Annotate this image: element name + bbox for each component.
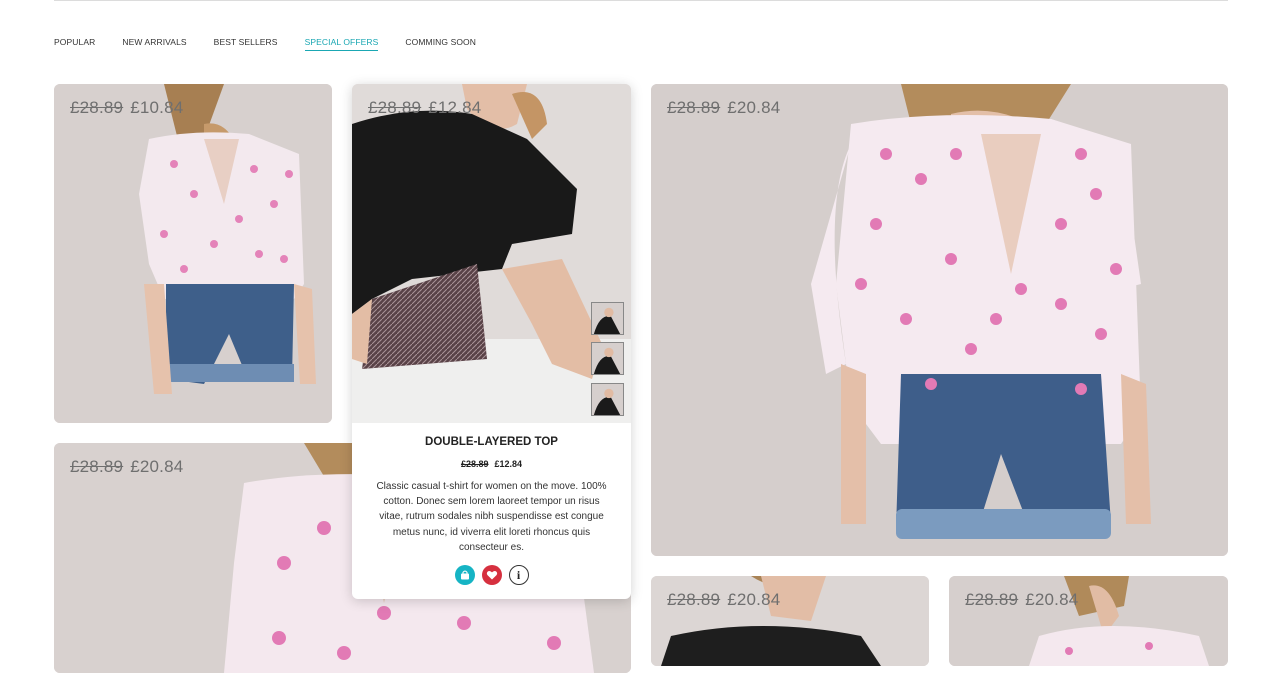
heart-icon [486,571,497,580]
shopping-bag-icon [460,570,469,580]
product-title[interactable]: DOUBLE-LAYERED TOP [352,436,631,448]
info-button[interactable]: i [508,565,529,585]
old-price: £28.89 [667,98,721,117]
old-price: £28.89 [667,590,721,609]
product-card[interactable]: £28.89 £20.84 [949,576,1228,666]
price-tag: £28.89 £12.84 [368,98,481,118]
sale-price: £20.84 [130,457,184,476]
product-description: Classic casual t-shirt for women on the … [376,481,607,553]
product-card[interactable]: £28.89 £20.84 [651,84,1228,556]
thumbnail-1[interactable] [591,302,624,335]
tab-special-offers[interactable]: SPECIAL OFFERS [304,37,379,51]
sale-price: £20.84 [727,98,781,117]
price-tag: £28.89 £20.84 [667,98,780,118]
tab-best-sellers[interactable]: BEST SELLERS [214,37,278,51]
wishlist-button[interactable] [481,565,502,585]
thumbnail-2[interactable] [591,342,624,375]
price-tag: £28.89 £20.84 [70,457,183,477]
sale-price: £20.84 [1025,590,1079,609]
info-icon: i [516,567,521,582]
product-tabs: POPULAR NEW ARRIVALS BEST SELLERS SPECIA… [54,37,476,51]
product-card[interactable]: £28.89 £10.84 [54,84,332,423]
product-card[interactable]: £28.89 £20.84 [651,576,929,666]
old-price: £28.89 [70,457,124,476]
old-price: £28.89 [70,98,124,117]
sale-price: £10.84 [130,98,184,117]
top-divider [54,0,1228,1]
price-tag: £28.89 £20.84 [965,590,1078,610]
price-tag: £28.89 £10.84 [70,98,183,118]
sale-price: £20.84 [727,590,781,609]
tab-popular[interactable]: POPULAR [54,37,95,51]
product-image [54,84,332,423]
product-image [651,84,1228,556]
tab-comming-soon[interactable]: COMMING SOON [405,37,476,51]
product-quickview[interactable]: £28.89 £12.84 DOUBLE-LAYERED TOP £28.89 £1… [352,84,631,599]
product-price: £28.89 £12.84 [352,459,631,469]
add-to-cart-button[interactable] [454,565,475,585]
old-price: £28.89 [368,98,422,117]
product-actions: i [352,565,631,585]
product-image[interactable]: £28.89 £12.84 [352,84,631,423]
sale-price: £12.84 [428,98,482,117]
old-price: £28.89 [460,459,489,469]
old-price: £28.89 [965,590,1019,609]
thumbnail-3[interactable] [591,383,624,416]
sale-price: £12.84 [494,459,523,469]
price-tag: £28.89 £20.84 [667,590,780,610]
tab-new-arrivals[interactable]: NEW ARRIVALS [122,37,186,51]
